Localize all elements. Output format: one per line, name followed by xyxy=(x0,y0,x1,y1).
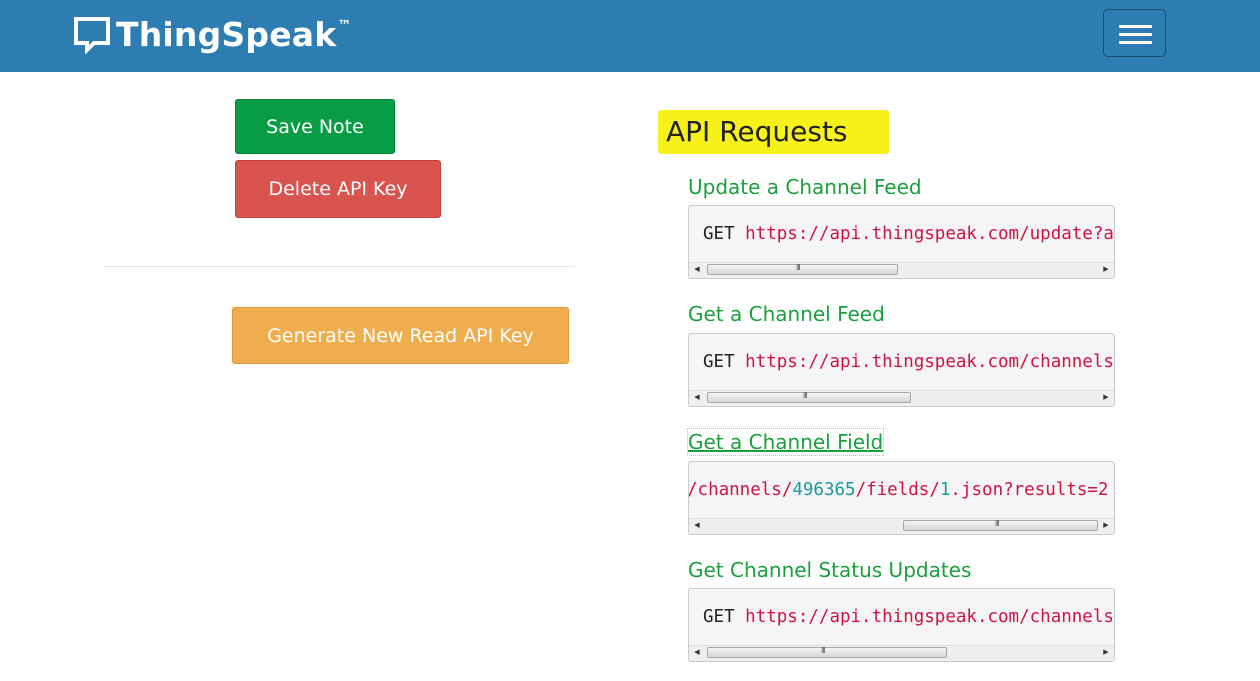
code-box-update-feed[interactable]: GET https://api.thingspeak.com/update?ap… xyxy=(688,205,1115,279)
code-update-feed: GET https://api.thingspeak.com/update?ap… xyxy=(703,224,1114,244)
scroll-thumb[interactable] xyxy=(707,647,947,658)
scroll-grip-icon: III xyxy=(821,646,826,655)
code-box-channel-field[interactable]: /channels/496365/fields/1.json?results=2… xyxy=(688,461,1115,535)
horizontal-scrollbar[interactable]: ◀ III ▶ xyxy=(689,645,1114,661)
request-title-status-updates: Get Channel Status Updates xyxy=(688,558,972,582)
code-box-status-updates[interactable]: GET https://api.thingspeak.com/channels/… xyxy=(688,588,1115,662)
horizontal-scrollbar[interactable]: ◀ III ▶ xyxy=(689,390,1114,406)
brand-logo[interactable]: ThingSpeak ™ xyxy=(72,12,351,56)
scroll-left-icon[interactable]: ◀ xyxy=(691,393,703,403)
scroll-right-icon[interactable]: ▶ xyxy=(1100,393,1112,403)
code-status-updates: GET https://api.thingspeak.com/channels/… xyxy=(703,607,1114,627)
top-navbar: ThingSpeak ™ xyxy=(0,0,1260,72)
brand-trademark: ™ xyxy=(337,18,352,34)
hamburger-menu-icon xyxy=(1119,25,1152,28)
scroll-thumb[interactable] xyxy=(903,520,1098,531)
scroll-left-icon[interactable]: ◀ xyxy=(691,648,703,658)
scroll-grip-icon: III xyxy=(803,391,808,400)
request-title-update-feed: Update a Channel Feed xyxy=(688,175,922,199)
scroll-right-icon[interactable]: ▶ xyxy=(1100,521,1112,531)
hamburger-menu-icon xyxy=(1119,41,1152,44)
scroll-right-icon[interactable]: ▶ xyxy=(1100,265,1112,275)
delete-api-key-button[interactable]: Delete API Key xyxy=(235,160,441,218)
divider xyxy=(104,266,575,267)
hamburger-menu-icon xyxy=(1119,33,1152,36)
code-channel-field: /channels/496365/fields/1.json?results=2 xyxy=(688,480,1109,500)
scroll-thumb[interactable] xyxy=(707,264,898,275)
scroll-grip-icon: III xyxy=(796,263,801,272)
api-requests-heading: API Requests xyxy=(658,110,889,154)
scroll-thumb[interactable] xyxy=(707,392,911,403)
brand-name: ThingSpeak xyxy=(116,14,337,54)
hamburger-menu-button[interactable] xyxy=(1103,9,1166,57)
scroll-grip-icon: III xyxy=(995,519,1000,528)
scroll-left-icon[interactable]: ◀ xyxy=(691,265,703,275)
scroll-left-icon[interactable]: ◀ xyxy=(691,521,703,531)
save-note-button[interactable]: Save Note xyxy=(235,99,395,154)
scroll-right-icon[interactable]: ▶ xyxy=(1100,648,1112,658)
generate-read-api-key-button[interactable]: Generate New Read API Key xyxy=(232,307,569,364)
request-title-channel-feed: Get a Channel Feed xyxy=(688,302,885,326)
request-title-channel-field[interactable]: Get a Channel Field xyxy=(686,428,885,456)
horizontal-scrollbar[interactable]: ◀ III ▶ xyxy=(689,262,1114,278)
code-channel-feed: GET https://api.thingspeak.com/channels/… xyxy=(703,352,1114,372)
speech-bubble-icon xyxy=(74,17,110,54)
code-box-channel-feed[interactable]: GET https://api.thingspeak.com/channels/… xyxy=(688,333,1115,407)
horizontal-scrollbar[interactable]: ◀ III ▶ xyxy=(689,518,1114,534)
